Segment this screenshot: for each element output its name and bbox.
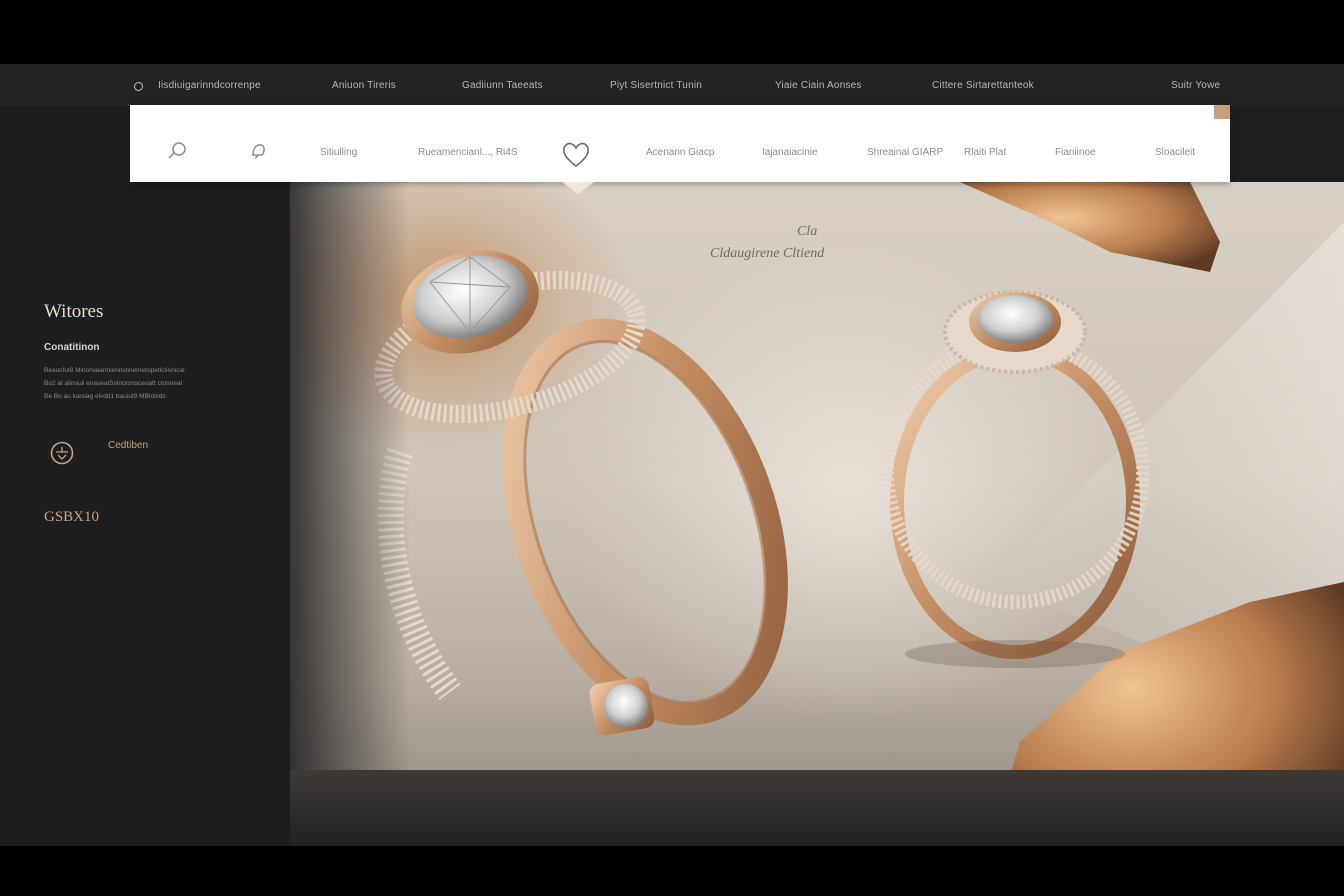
hero-left-shade [290,182,410,846]
ring-badge-icon[interactable] [50,441,74,465]
circle-icon [134,82,143,91]
nav-item[interactable]: Iajanaiacinie [762,147,818,158]
sidebar-title: Witores [44,301,104,322]
ring-scene [374,182,1344,846]
tagline-line: Cldaugirene Cltiend [710,246,825,261]
hero-tagline: Cla Cldaugirene Cltiend [710,224,824,262]
price-label: GSBX10 [44,509,100,525]
nav-item[interactable]: Rueamencianl..., Ri4S [418,147,518,158]
description-line: Beaosfut8 Minoniaiannierinstinemetopetlc… [44,367,185,374]
tagline-line: Cla [796,224,818,239]
top-link[interactable]: Yiaie Ciain Aonses [775,80,862,91]
app-window: Iisdiuigarinndcorrenpe Aniuon Tireris Ga… [0,64,1344,846]
nav-item[interactable]: Rlaiti Plat [964,147,1006,158]
accent-tab [1214,105,1230,119]
top-link[interactable]: Iisdiuigarinndcorrenpe [158,80,261,91]
active-nav-pointer [562,182,594,194]
hero-bottom-band [290,770,1344,846]
top-link-bar: Iisdiuigarinndcorrenpe Aniuon Tireris Ga… [0,64,1344,106]
top-link[interactable]: Aniuon Tireris [332,80,396,91]
top-link[interactable]: Cittere Sirtarettanteok [932,80,1034,91]
bell-icon[interactable] [246,139,270,163]
heart-icon[interactable] [560,141,592,169]
nav-item[interactable]: Acenann Giacp [646,147,714,158]
top-link[interactable]: Suitr Yowe [1171,80,1220,91]
badge-link[interactable]: Cedtiben [108,440,148,451]
nav-item[interactable]: Fianiinoe [1055,147,1096,158]
search-icon[interactable] [166,139,190,163]
sidebar-subtitle: Conatitinon [44,342,100,353]
nav-item[interactable]: Shreainal GIARP [867,147,943,158]
top-link[interactable]: Piyt Sisertnict Tunin [610,80,702,91]
nav-item[interactable]: Sitiulling [320,147,357,158]
sidebar: Witores Conatitinon Beaosfut8 Minoniaian… [0,106,290,846]
top-link[interactable]: Gadiiunn Taeeats [462,80,543,91]
hero-image: Cla Cldaugirene Cltiend [290,182,1344,846]
main-navbar: Sitiulling Rueamencianl..., Ri4S Acenann… [130,105,1230,182]
description-line: Bo2 at alinsuii enaseaiSolnotonsceoatt c… [44,380,183,387]
nav-item[interactable]: Sloacileit [1155,147,1195,158]
sidebar-description: Beaosfut8 Minoniaiannierinstinemetopetlc… [44,364,244,403]
description-line: Be Bo au luesiag elvdd1 bauiut9 MBIolvds [44,393,166,400]
